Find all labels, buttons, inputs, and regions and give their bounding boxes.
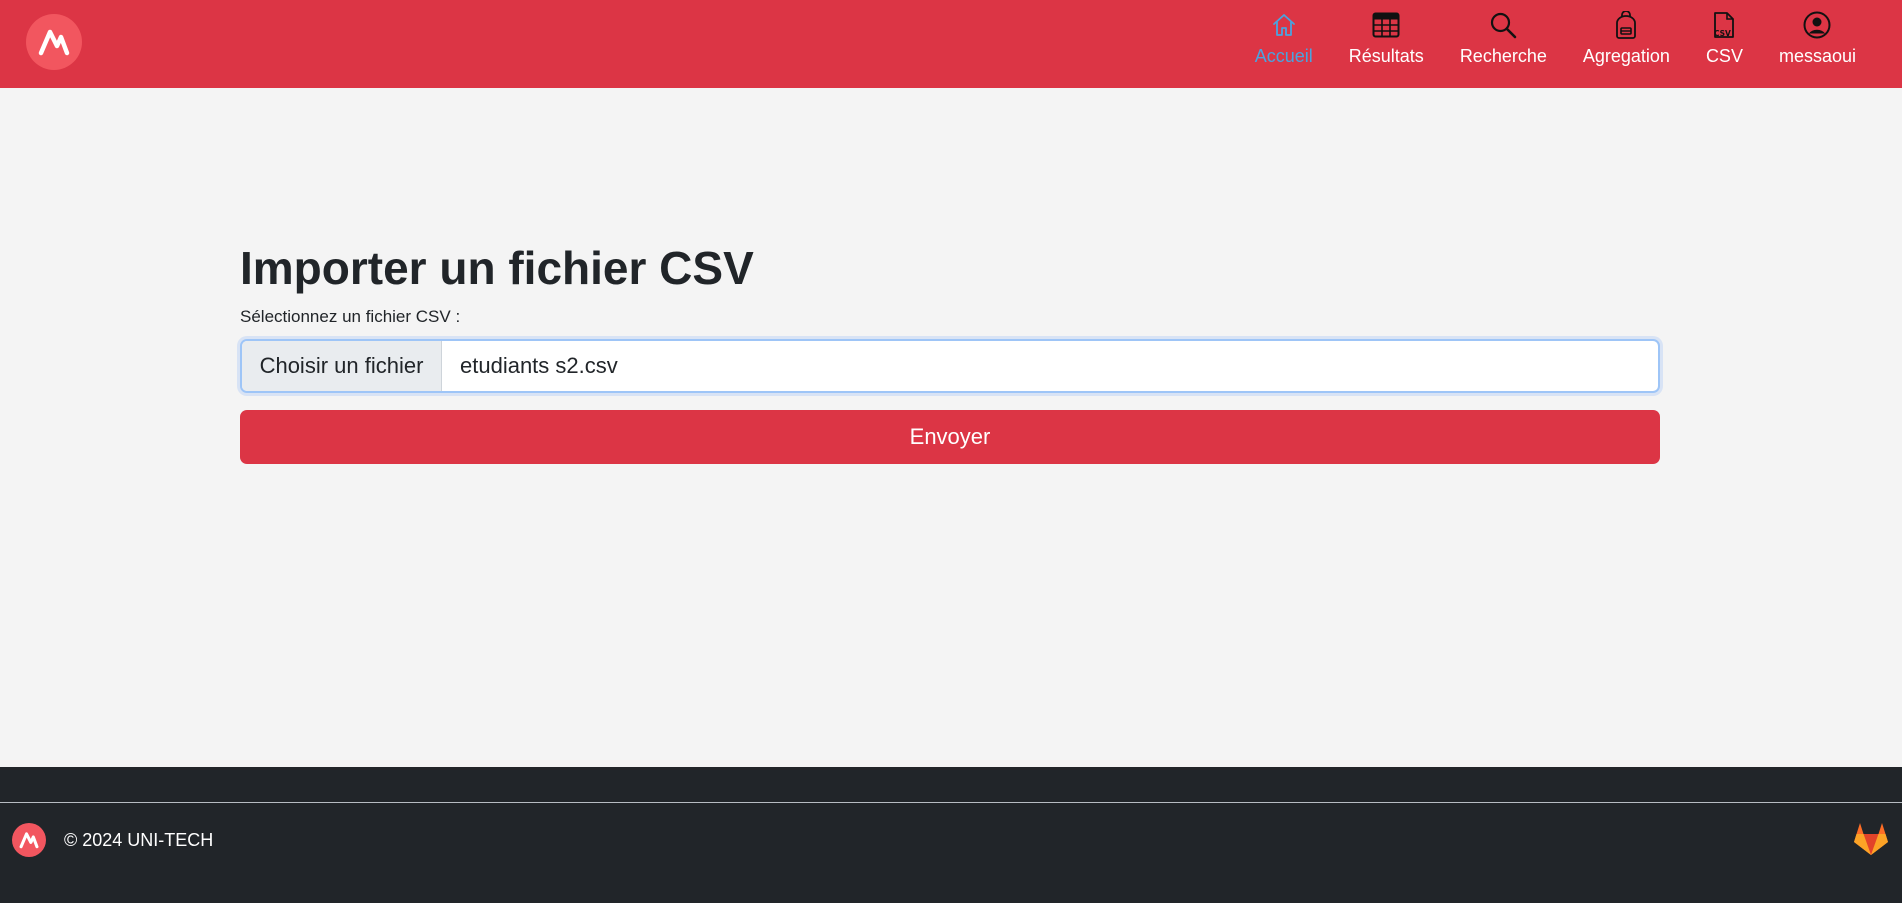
footer: © 2024 UNI-TECH [0, 767, 1902, 903]
nav-label-resultats: Résultats [1348, 46, 1424, 66]
page-title: Importer un fichier CSV [240, 242, 754, 294]
nav-item-recherche[interactable]: Recherche [1442, 0, 1565, 88]
unitech-logo-icon [38, 29, 70, 56]
nav-item-accueil[interactable]: Accueil [1237, 0, 1331, 88]
home-icon [1269, 10, 1299, 40]
footer-logo[interactable] [12, 823, 46, 857]
nav-label-accueil: Accueil [1254, 46, 1313, 66]
nav-label-csv: CSV [1705, 46, 1743, 66]
nav-label-agregation: Agregation [1582, 46, 1670, 66]
unitech-logo-icon [19, 832, 39, 849]
file-input[interactable]: Choisir un fichier etudiants s2.csv [240, 339, 1660, 393]
backpack-icon [1611, 10, 1641, 40]
nav-item-user[interactable]: messaoui [1761, 0, 1874, 88]
footer-divider [0, 802, 1902, 803]
main-nav: Accueil Résultats Recherche Agregation C… [1237, 0, 1874, 88]
file-input-label: Sélectionnez un fichier CSV : [240, 307, 461, 326]
footer-copyright: © 2024 UNI-TECH [64, 830, 214, 850]
table-icon [1371, 10, 1401, 40]
submit-button[interactable]: Envoyer [240, 410, 1660, 464]
nav-label-user: messaoui [1778, 46, 1856, 66]
brand-logo[interactable] [26, 14, 82, 70]
nav-label-recherche: Recherche [1459, 46, 1547, 66]
selected-file-name[interactable]: etudiants s2.csv [442, 341, 1658, 391]
top-navbar: Accueil Résultats Recherche Agregation C… [0, 0, 1902, 88]
user-circle-icon [1802, 10, 1832, 40]
nav-item-csv[interactable]: CSV CSV [1688, 0, 1761, 88]
nav-item-resultats[interactable]: Résultats [1331, 0, 1442, 88]
gitlab-icon[interactable] [1852, 821, 1890, 857]
nav-item-agregation[interactable]: Agregation [1565, 0, 1688, 88]
csv-file-icon: CSV [1709, 10, 1739, 40]
choose-file-button[interactable]: Choisir un fichier [242, 341, 442, 391]
svg-text:CSV: CSV [1714, 29, 1731, 38]
search-icon [1488, 10, 1518, 40]
